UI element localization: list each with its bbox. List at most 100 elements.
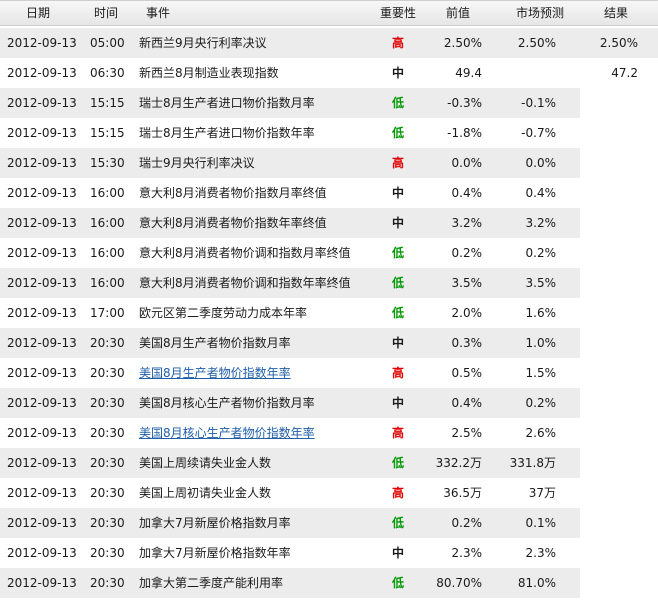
event-time: 16:00 bbox=[90, 276, 125, 290]
forecast-value: 2.3% bbox=[525, 546, 557, 560]
event-name[interactable]: 美国8月生产者物价指数年率 bbox=[139, 358, 291, 388]
forecast-value: 2.6% bbox=[525, 426, 557, 440]
actual-value bbox=[566, 238, 638, 268]
previous-value: 0.4% bbox=[451, 396, 483, 410]
forecast-value: 1.5% bbox=[525, 366, 557, 380]
actual-value bbox=[566, 148, 638, 178]
event-date: 2012-09-13 bbox=[7, 516, 77, 530]
importance-level: 中 bbox=[391, 66, 404, 80]
actual-value bbox=[566, 118, 638, 148]
event-date: 2012-09-13 bbox=[7, 66, 77, 80]
event-name: 瑞士9月央行利率决议 bbox=[139, 156, 255, 170]
forecast-value: 37万 bbox=[528, 486, 556, 500]
event-time: 20:30 bbox=[90, 576, 125, 590]
table-row: 2012-09-13 05:00 新西兰9月央行利率决议 高 2.50% 2.50% 2.5… bbox=[0, 28, 658, 58]
event-time: 16:00 bbox=[90, 216, 125, 230]
forecast-value: 3.5% bbox=[525, 276, 557, 290]
forecast-value: 1.0% bbox=[525, 336, 557, 350]
importance-level: 中 bbox=[391, 336, 404, 350]
event-date: 2012-09-13 bbox=[7, 456, 77, 470]
event-date: 2012-09-13 bbox=[7, 396, 77, 410]
actual-value bbox=[566, 88, 638, 118]
actual-value bbox=[566, 448, 638, 478]
event-name: 加拿大7月新屋价格指数年率 bbox=[139, 546, 291, 560]
event-name: 美国上周续请失业金人数 bbox=[139, 456, 272, 470]
event-time: 15:15 bbox=[90, 126, 125, 140]
importance-level: 低 bbox=[391, 126, 404, 140]
importance-level: 低 bbox=[391, 306, 404, 320]
event-date: 2012-09-13 bbox=[7, 216, 77, 230]
event-name: 新西兰8月制造业表现指数 bbox=[139, 66, 279, 80]
event-time: 16:00 bbox=[90, 246, 125, 260]
forecast-value: 331.8万 bbox=[509, 456, 556, 470]
event-name: 美国8月生产者物价指数月率 bbox=[139, 336, 291, 350]
previous-value: 0.0% bbox=[451, 156, 483, 170]
importance-level: 低 bbox=[391, 576, 404, 590]
event-date: 2012-09-13 bbox=[7, 426, 77, 440]
event-time: 15:15 bbox=[90, 96, 125, 110]
table-row: 2012-09-13 15:30 瑞士9月央行利率决议 高 0.0% 0.0% bbox=[0, 148, 658, 178]
previous-value: 80.70% bbox=[436, 576, 482, 590]
table-row: 2012-09-13 17:00 欧元区第二季度劳动力成本年率 低 2.0% 1.6% bbox=[0, 298, 658, 328]
importance-level: 低 bbox=[391, 456, 404, 470]
actual-value bbox=[566, 478, 638, 508]
previous-value: -0.3% bbox=[447, 96, 482, 110]
event-date: 2012-09-13 bbox=[7, 306, 77, 320]
event-name: 意大利8月消费者物价指数年率终值 bbox=[139, 216, 327, 230]
actual-value bbox=[566, 208, 638, 238]
event-time: 20:30 bbox=[90, 366, 125, 380]
event-time: 06:30 bbox=[90, 66, 125, 80]
previous-value: 0.2% bbox=[451, 516, 483, 530]
actual-value bbox=[566, 358, 638, 388]
previous-value: 3.2% bbox=[451, 216, 483, 230]
table-row: 2012-09-13 20:30 加拿大7月新屋价格指数月率 低 0.2% 0.1% bbox=[0, 508, 658, 538]
forecast-value: 0.1% bbox=[525, 516, 557, 530]
actual-value bbox=[566, 178, 638, 208]
table-row: 2012-09-13 16:00 意大利8月消费者物价调和指数月率终值 低 0.2% 0.… bbox=[0, 238, 658, 268]
event-name: 加拿大7月新屋价格指数月率 bbox=[139, 516, 291, 530]
event-name[interactable]: 美国8月核心生产者物价指数年率 bbox=[139, 418, 315, 448]
table-row: 2012-09-13 20:30 美国8月生产者物价指数年率 高 0.5% 1.5% bbox=[0, 358, 658, 388]
event-name: 新西兰9月央行利率决议 bbox=[139, 36, 267, 50]
event-time: 17:00 bbox=[90, 306, 125, 320]
event-date: 2012-09-13 bbox=[7, 366, 77, 380]
importance-level: 高 bbox=[391, 426, 404, 440]
event-date: 2012-09-13 bbox=[7, 546, 77, 560]
event-name: 意大利8月消费者物价调和指数年率终值 bbox=[139, 276, 351, 290]
actual-value bbox=[566, 328, 638, 358]
actual-value bbox=[566, 418, 638, 448]
event-date: 2012-09-13 bbox=[7, 96, 77, 110]
header-previous: 前值 bbox=[445, 6, 470, 20]
header-importance: 重要性 bbox=[379, 6, 416, 20]
actual-value bbox=[566, 538, 638, 568]
importance-level: 低 bbox=[391, 516, 404, 530]
event-time: 20:30 bbox=[90, 546, 125, 560]
forecast-value: 1.6% bbox=[525, 306, 557, 320]
previous-value: 0.5% bbox=[451, 366, 483, 380]
importance-level: 中 bbox=[391, 216, 404, 230]
event-name: 美国上周初请失业金人数 bbox=[139, 486, 272, 500]
importance-level: 高 bbox=[391, 486, 404, 500]
importance-level: 高 bbox=[391, 366, 404, 380]
importance-level: 高 bbox=[391, 36, 404, 50]
table-row: 2012-09-13 16:00 意大利8月消费者物价指数月率终值 中 0.4% 0.4% bbox=[0, 178, 658, 208]
previous-value: -1.8% bbox=[447, 126, 482, 140]
table-row: 2012-09-13 15:15 瑞士8月生产者进口物价指数月率 低 -0.3% -0.1… bbox=[0, 88, 658, 118]
table-row: 2012-09-13 20:30 美国上周初请失业金人数 高 36.5万 37万 bbox=[0, 478, 658, 508]
previous-value: 0.3% bbox=[451, 336, 483, 350]
event-time: 15:30 bbox=[90, 156, 125, 170]
event-time: 20:30 bbox=[90, 456, 125, 470]
event-name: 加拿大第二季度产能利用率 bbox=[139, 576, 284, 590]
forecast-value: 3.2% bbox=[525, 216, 557, 230]
importance-level: 中 bbox=[391, 546, 404, 560]
event-time: 20:30 bbox=[90, 486, 125, 500]
forecast-value: 0.2% bbox=[525, 396, 557, 410]
actual-value bbox=[566, 568, 638, 598]
importance-level: 低 bbox=[391, 96, 404, 110]
event-time: 20:30 bbox=[90, 336, 125, 350]
header-date: 日期 bbox=[26, 6, 51, 20]
forecast-value bbox=[492, 58, 556, 88]
forecast-value: 0.4% bbox=[525, 186, 557, 200]
header-event: 事件 bbox=[146, 6, 171, 20]
forecast-value: 2.50% bbox=[517, 36, 556, 50]
